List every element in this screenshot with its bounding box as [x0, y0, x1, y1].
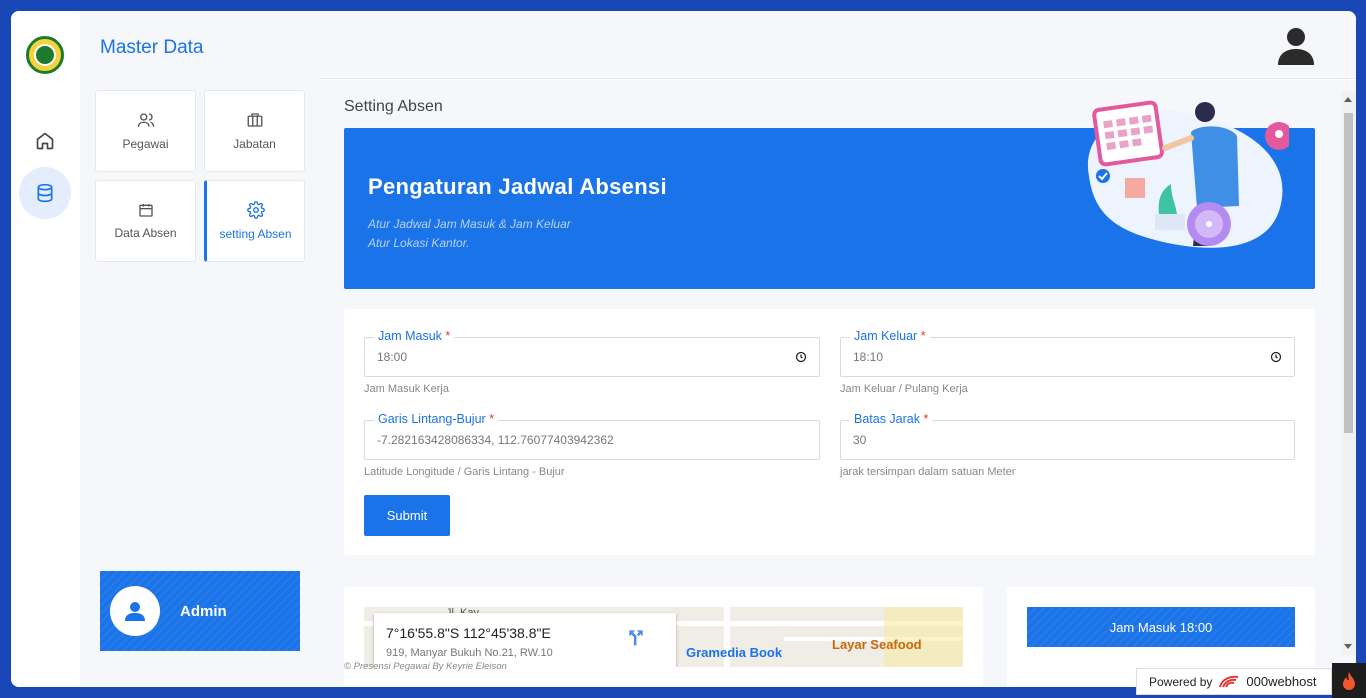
- map-coordinates: 7°16'55.8"S 112°45'38.8"E: [386, 625, 551, 641]
- gear-icon: [246, 201, 265, 219]
- directions-icon[interactable]: [626, 627, 646, 647]
- schedule-form-card: Jam Masuk * Jam Masuk Kerja Jam Keluar *…: [344, 309, 1315, 555]
- field-help: Jam Masuk Kerja: [364, 383, 449, 395]
- user-icon: [125, 602, 145, 621]
- database-icon: [37, 183, 53, 203]
- field-label: Garis Lintang-Bujur *: [374, 412, 499, 426]
- field-label: Batas Jarak *: [850, 412, 933, 426]
- hero-banner: Pengaturan Jadwal Absensi Atur Jadwal Ja…: [344, 100, 1315, 289]
- jam-masuk-field: Jam Masuk * Jam Masuk Kerja: [364, 329, 820, 395]
- map-place-label: Layar Seafood: [832, 637, 922, 652]
- menu-tile-jabatan[interactable]: Jabatan: [204, 90, 305, 172]
- field-label: Jam Keluar *: [850, 329, 930, 343]
- webhost-logo-icon: [1219, 675, 1239, 687]
- map-card: Jl. Kay... Gramedia Book Layar Seafood 7…: [344, 587, 983, 687]
- powered-brand: 000webhost: [1246, 674, 1317, 689]
- menu-tile-data-absen[interactable]: Data Absen: [95, 180, 196, 262]
- field-help: Jam Keluar / Pulang Kerja: [840, 383, 968, 395]
- menu-tile-pegawai[interactable]: Pegawai: [95, 90, 196, 172]
- menu-tile-label: Data Absen: [114, 226, 177, 240]
- map-place-label: Gramedia Book: [686, 645, 783, 660]
- vertical-scrollbar[interactable]: [1341, 91, 1356, 655]
- fire-badge[interactable]: [1332, 663, 1366, 698]
- briefcase-icon: [247, 113, 262, 127]
- flame-icon: [1343, 671, 1355, 690]
- app-window: Master Data Pegawai Jabatan Data Absen s…: [11, 11, 1356, 687]
- clock-icon[interactable]: [795, 351, 807, 363]
- home-icon: [36, 132, 54, 150]
- banner-title: Pengaturan Jadwal Absensi: [368, 174, 667, 199]
- lokasi-field: Garis Lintang-Bujur * Latitude Longitude…: [364, 412, 820, 478]
- scroll-down-icon[interactable]: [1344, 644, 1352, 649]
- jarak-field: Batas Jarak * jarak tersimpan dalam satu…: [840, 412, 1295, 478]
- menu-tile-label: setting Absen: [219, 227, 292, 241]
- icon-rail: [11, 11, 80, 687]
- admin-name: Admin: [180, 602, 227, 620]
- jam-keluar-field: Jam Keluar * Jam Keluar / Pulang Kerja: [840, 329, 1295, 395]
- top-bar: [320, 11, 1356, 79]
- calendar-icon: [138, 204, 153, 217]
- jam-masuk-input[interactable]: [377, 350, 764, 364]
- field-help: Latitude Longitude / Garis Lintang - Buj…: [364, 466, 565, 478]
- banner-subtitle: Atur Jadwal Jam Masuk & Jam Keluar: [368, 217, 571, 231]
- master-data-nav-button[interactable]: [19, 167, 71, 219]
- field-help: jarak tersimpan dalam satuan Meter: [840, 466, 1016, 478]
- schedule-illustration: [1087, 100, 1289, 248]
- scrollbar-thumb[interactable]: [1344, 113, 1353, 433]
- menu-tile-label: Jabatan: [233, 137, 276, 151]
- admin-avatar: [110, 586, 160, 636]
- location-map[interactable]: Jl. Kay... Gramedia Book Layar Seafood 7…: [364, 607, 963, 667]
- banner-subtitle: Atur Lokasi Kantor.: [368, 236, 470, 250]
- menu-tile-label: Pegawai: [122, 137, 169, 151]
- scroll-up-icon[interactable]: [1344, 97, 1352, 102]
- field-label: Jam Masuk *: [374, 329, 455, 343]
- submit-button[interactable]: Submit: [364, 495, 450, 536]
- main-content: Setting Absen Pengaturan Jadwal Absensi …: [320, 80, 1356, 687]
- footer-credit: © Presensi Pegawai By Keyrie Eleison: [344, 661, 507, 672]
- powered-prefix: Powered by: [1149, 674, 1213, 689]
- admin-profile-card[interactable]: Admin: [100, 571, 300, 651]
- menu-title: Master Data: [100, 37, 204, 58]
- page-title: Setting Absen: [344, 98, 443, 115]
- lokasi-input[interactable]: [377, 433, 764, 447]
- school-logo[interactable]: [26, 36, 64, 74]
- jam-masuk-button[interactable]: Jam Masuk 18:00: [1027, 607, 1295, 647]
- users-icon: [137, 113, 154, 127]
- jam-keluar-input[interactable]: [853, 350, 1240, 364]
- menu-tile-setting-absen[interactable]: setting Absen: [204, 180, 305, 262]
- side-menu: Master Data Pegawai Jabatan Data Absen s…: [80, 11, 320, 687]
- powered-by-badge[interactable]: Powered by 000webhost: [1136, 668, 1332, 695]
- jarak-input[interactable]: [853, 433, 1240, 447]
- user-avatar-icon[interactable]: [1278, 25, 1314, 65]
- map-info-popup: 7°16'55.8"S 112°45'38.8"E 919, Manyar Bu…: [374, 613, 676, 667]
- map-address: 919, Manyar Bukuh No.21, RW.10: [386, 647, 553, 659]
- home-nav-button[interactable]: [19, 115, 71, 167]
- clock-icon[interactable]: [1270, 351, 1282, 363]
